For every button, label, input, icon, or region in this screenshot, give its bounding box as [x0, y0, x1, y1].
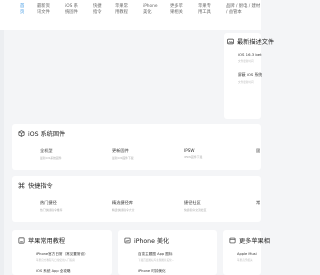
- shortcut-cell[interactable]: 热门捷径 热门快捷指令推荐: [40, 200, 62, 212]
- firmware-cell[interactable]: 更新固件 最新iOS固件下载: [112, 148, 134, 160]
- beautify-header: iPhone 美化: [124, 236, 169, 245]
- more-apple-header: 更多苹果相: [229, 236, 270, 245]
- news-title: 最新描述文件: [237, 39, 275, 46]
- nav-tutorials[interactable]: 苹果常 用教程: [115, 4, 128, 16]
- more-apple-desc: 苹果音乐相关: [237, 259, 253, 262]
- more-apple-link[interactable]: Apple Musi: [237, 252, 257, 256]
- tutorials-header: 苹果常用教程: [18, 236, 65, 245]
- shortcut-cell[interactable]: 常: [256, 200, 260, 208]
- more-apple-title: 更多苹果相: [239, 238, 270, 245]
- firmware-title: iOS 系统固件: [28, 131, 66, 138]
- nav-tools[interactable]: 苹果专 用工具: [198, 4, 211, 16]
- grid-icon: [229, 237, 236, 244]
- firmware-header: iOS 系统固件: [18, 129, 65, 138]
- nav-brand[interactable]: 品牌 / 厨电 / 建材 / 益管本: [226, 4, 260, 16]
- image-icon: [227, 38, 234, 45]
- left-edge: [0, 0, 4, 275]
- news-panel: 最新描述文件 iOS 16.3 bet 文件更新时间 屏蔽 iOS 系统 文件更…: [224, 33, 274, 119]
- shortcut-cell[interactable]: 精选捷径库 精选快捷指令大全: [112, 200, 134, 212]
- shortcuts-title: 快捷指令: [28, 183, 53, 190]
- tutorial-desc: 苹果官方教程与日常使用入门指南: [36, 259, 75, 262]
- news-header: 最新描述文件: [227, 37, 274, 46]
- tutorial-link[interactable]: iOS 系统 App 全攻略: [36, 269, 71, 274]
- news-item[interactable]: iOS 16.3 bet 文件更新时间: [238, 52, 262, 63]
- more-apple-panel: 更多苹果相 Apple Musi 苹果音乐相关: [223, 230, 270, 275]
- cube-icon: [18, 130, 25, 137]
- nav-ios-firmware[interactable]: iOS 系统固件: [65, 4, 78, 16]
- beautify-link[interactable]: iPhone 时钟美化: [138, 269, 166, 274]
- tutorial-link[interactable]: iPhone官方日常（常见置常设）: [36, 252, 88, 257]
- nav-shortcuts[interactable]: 快捷 指令: [93, 4, 102, 16]
- beautify-link[interactable]: 百变主题图 App 图标: [138, 252, 172, 257]
- nav-latest-profiles[interactable]: 最新资 讯文件: [37, 4, 50, 16]
- shortcuts-header: 快捷指令: [18, 181, 53, 190]
- top-nav: 首页 最新资 讯文件 iOS 系统固件 快捷 指令 苹果常 用教程 iPhone 美化 …: [0, 0, 261, 30]
- nav-home[interactable]: 首页: [20, 4, 24, 16]
- beautify-panel: iPhone 美化 百变主题图 App 图标 下载百变图标库主题图片美化... …: [118, 230, 217, 275]
- firmware-cell[interactable]: 固: [256, 148, 260, 156]
- book-icon: [18, 237, 25, 244]
- firmware-cell[interactable]: IPSW IPSW固件下载: [184, 148, 202, 159]
- beautify-desc: 下载百变图标库主题图片美化...: [138, 259, 175, 262]
- beautify-title: iPhone 美化: [134, 238, 170, 245]
- news-item[interactable]: 屏蔽 iOS 系统 文件更新时间: [238, 72, 262, 84]
- tutorials-panel: 苹果常用教程 iPhone官方日常（常见置常设） 苹果官方教程与日常使用入门指南…: [12, 230, 112, 275]
- shortcuts-panel: 快捷指令 热门捷径 热门快捷指令推荐 精选捷径库 精选快捷指令大全 捷径社区 快捷指令…: [12, 176, 261, 222]
- shortcut-cell[interactable]: 捷径社区 快捷指令交流社区: [184, 200, 206, 212]
- command-icon: [18, 182, 25, 189]
- nav-beautify[interactable]: iPhone 美化: [143, 4, 158, 16]
- picture-icon: [124, 237, 131, 244]
- tutorials-title: 苹果常用教程: [28, 238, 66, 245]
- firmware-cell[interactable]: 全机型 最新iOS系统固件: [40, 148, 62, 160]
- nav-more-apple[interactable]: 更多苹 果相关: [170, 4, 183, 16]
- firmware-panel: iOS 系统固件 全机型 最新iOS系统固件 更新固件 最新iOS固件下载 IPSW…: [12, 124, 261, 170]
